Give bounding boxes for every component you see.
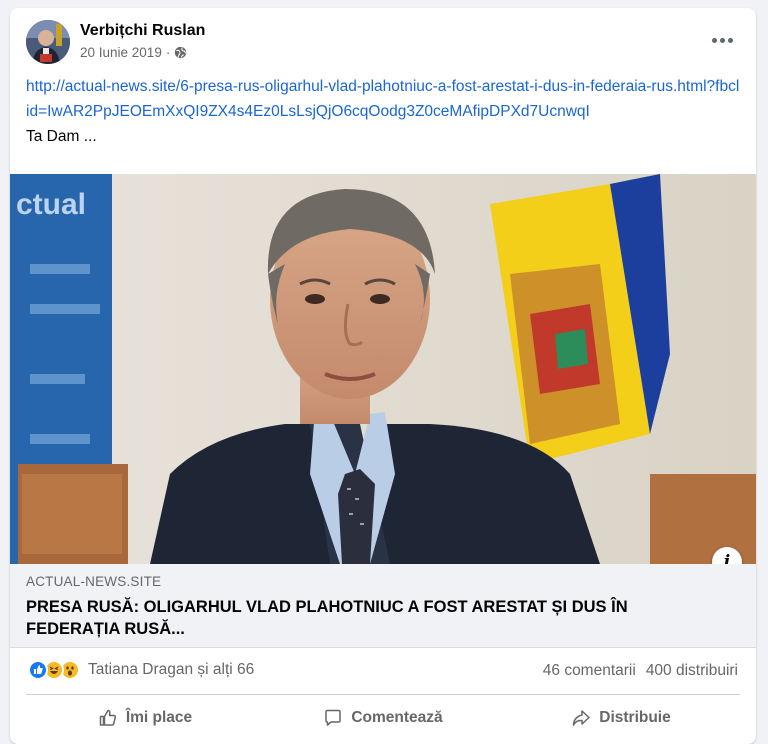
actions-divider: [26, 694, 740, 695]
post-link[interactable]: http://actual-news.site/6-presa-rus-olig…: [26, 74, 742, 124]
like-label: Îmi place: [125, 709, 193, 726]
preview-headline: PRESA RUSĂ: OLIGARHUL VLAD PLAHOTNIUC A …: [26, 598, 628, 638]
globe-icon: [174, 46, 187, 59]
dot-icon: [719, 37, 725, 43]
avatar-image: [26, 20, 70, 64]
link-preview[interactable]: ACTUAL-NEWS.SITE PRESA RUSĂ: OLIGARHUL V…: [10, 564, 756, 648]
shares-count[interactable]: 400 distribuiri: [646, 662, 738, 680]
svg-text:ctual: ctual: [16, 188, 86, 221]
share-icon: [573, 710, 590, 726]
share-label: Distribuie: [599, 709, 671, 726]
post-date[interactable]: 20 Iunie 2019: [80, 45, 162, 60]
dot-icon: [711, 37, 717, 43]
like-button[interactable]: Îmi place: [26, 698, 264, 738]
like-icon: [28, 660, 48, 680]
share-button[interactable]: Distribuie: [502, 698, 740, 738]
comment-icon: [325, 709, 342, 726]
post-text: http://actual-news.site/6-presa-rus-olig…: [26, 74, 742, 149]
comments-count[interactable]: 46 comentarii: [543, 662, 636, 680]
meta-separator: ·: [165, 45, 171, 60]
post-body: Ta Dam ...: [26, 128, 97, 145]
preview-domain: ACTUAL-NEWS.SITE: [26, 574, 162, 589]
reactors-text[interactable]: Tatiana Dragan și alți 66: [88, 661, 254, 679]
comment-button[interactable]: Comentează: [264, 698, 502, 738]
post-actions: Îmi place Comentează Distribuie: [26, 698, 740, 738]
author-name[interactable]: Verbițchi Ruslan: [80, 22, 205, 40]
post-meta: 20 Iunie 2019 ·: [80, 45, 187, 60]
post-card: Verbițchi Ruslan 20 Iunie 2019 · http://…: [10, 8, 756, 744]
dot-icon: [727, 37, 733, 43]
reactions-summary[interactable]: Tatiana Dragan și alți 66: [28, 660, 254, 680]
post-stats: Tatiana Dragan și alți 66 46 comentarii …: [10, 654, 756, 692]
author-avatar[interactable]: [26, 20, 70, 64]
photo-image: ctual: [10, 174, 756, 564]
post-header: Verbițchi Ruslan 20 Iunie 2019 ·: [10, 8, 756, 76]
engagement-counts: 46 comentarii 400 distribuiri: [543, 662, 738, 680]
more-options-button[interactable]: [706, 28, 738, 52]
thumbs-up-icon: [99, 709, 116, 726]
post-photo[interactable]: ctual: [10, 174, 756, 564]
comment-label: Comentează: [351, 709, 443, 726]
